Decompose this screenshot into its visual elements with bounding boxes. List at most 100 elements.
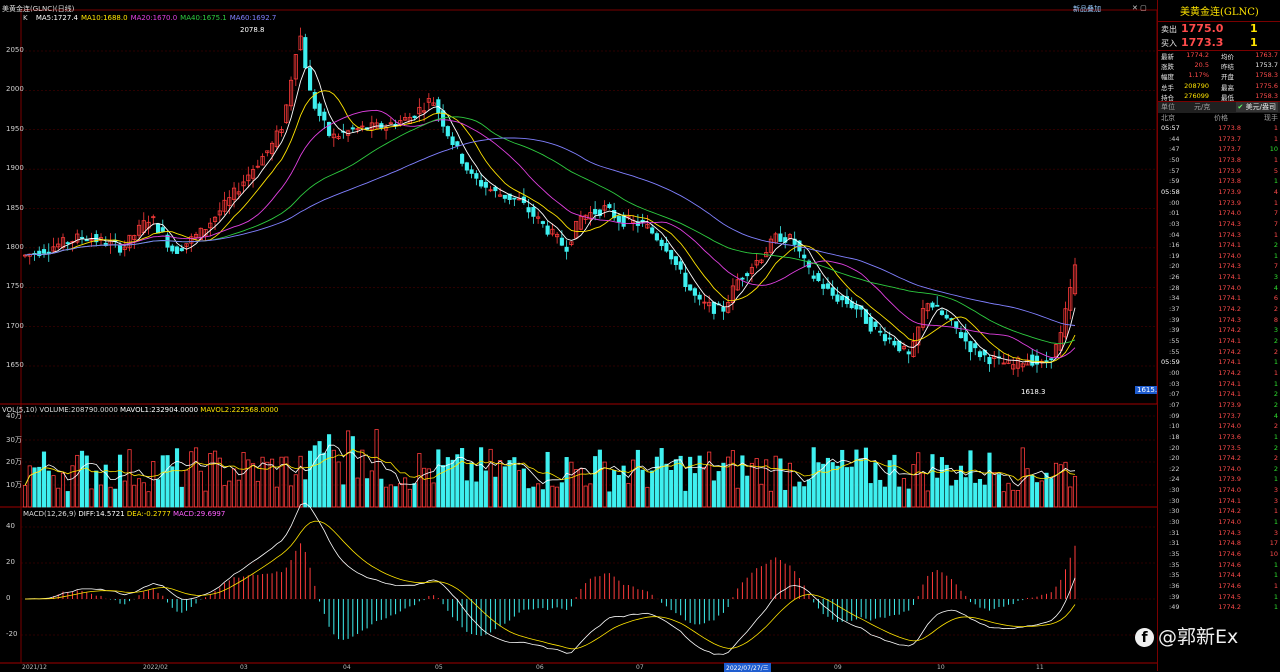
volume-bar: [540, 489, 545, 508]
candle: [479, 180, 484, 187]
vol-y-label-2: 20万: [6, 458, 22, 466]
ma-labels: MA5:1727.4 MA10:1688.0 MA20:1670.0 MA40:167…: [36, 14, 280, 22]
main-y-label-4: 1850: [6, 203, 24, 212]
volume-bar: [1015, 490, 1021, 508]
volume-bar: [550, 485, 555, 508]
volume-bar: [821, 463, 826, 508]
volume-bar: [730, 450, 735, 508]
volume-bar: [250, 463, 256, 508]
candle: [1030, 354, 1035, 366]
volume-bar: [640, 469, 645, 508]
trade-row: :57 1773.9 5: [1169, 166, 1278, 175]
volume-bar: [754, 458, 759, 508]
volume-bar: [863, 447, 869, 508]
candle: [654, 233, 659, 241]
ma-line-60: [24, 137, 1076, 326]
main-y-label-7: 1700: [6, 321, 24, 330]
volume-bar: [412, 483, 417, 508]
volume-bar: [773, 455, 778, 508]
volume-bar: [41, 451, 47, 508]
candle: [683, 272, 688, 287]
trade-list[interactable]: 05:57 1773.8 1:44 1773.7 1:47 1773.7 10:50 1773…: [1158, 124, 1280, 671]
ma-line-5: [24, 65, 1076, 364]
buy-row[interactable]: 买入 1773.3 1: [1158, 36, 1280, 50]
volume-bar: [512, 457, 517, 508]
candle: [692, 288, 697, 296]
candle: [1034, 355, 1040, 365]
volume-bar: [165, 455, 170, 508]
candle: [493, 186, 498, 192]
candle: [958, 332, 964, 339]
volume-bar: [22, 484, 28, 508]
close-icon[interactable]: ✕ ▢: [1132, 4, 1147, 12]
watermark: f @郭新Ex: [1135, 622, 1238, 649]
candle: [882, 334, 888, 342]
trade-row: :47 1773.7 10: [1169, 145, 1278, 154]
volume-bar: [346, 430, 351, 508]
candle: [1049, 358, 1054, 361]
ma-label-4: MA60:1692.7: [229, 14, 277, 22]
low-marker: 1618.3: [1021, 388, 1046, 396]
main-y-label-5: 1800: [6, 242, 24, 251]
candle: [963, 332, 968, 342]
macd-y-label-3: -20: [6, 630, 18, 638]
x-axis-label-8: 09: [834, 664, 842, 671]
volume-bar: [716, 471, 721, 508]
volume-bar: [996, 474, 1002, 508]
volume-bar: [659, 448, 664, 508]
volume-bar: [935, 477, 940, 508]
high-marker: 2078.8: [240, 26, 265, 34]
volume-bar: [56, 487, 61, 508]
candle: [825, 283, 831, 289]
add-product-button[interactable]: 新品叠加: [1073, 4, 1101, 14]
macd-value: MACD:29.6997: [173, 510, 226, 518]
volume-bar: [792, 486, 797, 508]
volume-bar: [816, 462, 821, 508]
candle: [564, 246, 569, 252]
ma-label-1: MA10:1688.0: [80, 14, 128, 22]
unit-toggle[interactable]: ✔ 美元/盎司: [1235, 102, 1278, 112]
volume-bar: [802, 486, 807, 508]
volume-bar: [564, 457, 569, 508]
candle: [892, 340, 897, 346]
window-title: 美黄金连(GLNC)(日线): [2, 5, 75, 13]
macd-y-label-2: 0: [6, 594, 11, 602]
volume-bar: [616, 474, 621, 508]
facebook-icon: f: [1135, 628, 1154, 647]
volume-bar: [75, 454, 80, 508]
chart-area[interactable]: 美黄金连(GLNC)(日线) 新品叠加 ✕ ▢ K MA5:1727.4 MA10…: [0, 0, 1164, 672]
volume-bar: [583, 485, 588, 508]
trade-row: :35 1774.6 10: [1169, 550, 1278, 558]
trade-row: :22 1774.0 2: [1169, 464, 1278, 473]
trade-row: :07 1774.1 2: [1169, 390, 1278, 399]
volume-bar: [60, 472, 66, 508]
volume-bar: [1006, 482, 1011, 508]
volume-bar: [374, 429, 379, 508]
ma-legend: K MA5:1727.4 MA10:1688.0 MA20:1670.0 MA40:1…: [23, 14, 279, 22]
trade-row: :59 1773.8 1: [1169, 177, 1278, 186]
candle: [469, 169, 474, 174]
trade-row: :35 1774.4 1: [1169, 571, 1278, 580]
candle: [79, 236, 85, 239]
volume-bar: [982, 484, 987, 508]
candle: [854, 304, 859, 310]
trade-row: :00 1773.9 1: [1169, 198, 1278, 207]
volume-bar: [308, 450, 313, 508]
volume-bar: [1025, 468, 1030, 508]
unit-row[interactable]: 单位 元/克 ✔ 美元/盎司: [1158, 101, 1280, 113]
volume-bar: [887, 460, 892, 508]
trade-row: :36 1774.6 1: [1169, 581, 1278, 590]
volume-bar: [683, 490, 688, 508]
volume-bar: [1049, 478, 1054, 508]
volume-bar: [963, 477, 968, 508]
volume-bar: [626, 482, 631, 508]
panel-title: 美黄金连(GLNC): [1180, 7, 1259, 18]
trade-row: :30 1774.1 3: [1169, 496, 1278, 505]
candle: [688, 284, 693, 291]
candle: [445, 126, 450, 137]
volume-bar: [331, 449, 336, 508]
kline-chart[interactable]: [0, 0, 1157, 671]
sell-row[interactable]: 卖出 1775.0 1: [1158, 21, 1280, 36]
volume-bar: [868, 483, 873, 508]
candle: [455, 141, 460, 147]
